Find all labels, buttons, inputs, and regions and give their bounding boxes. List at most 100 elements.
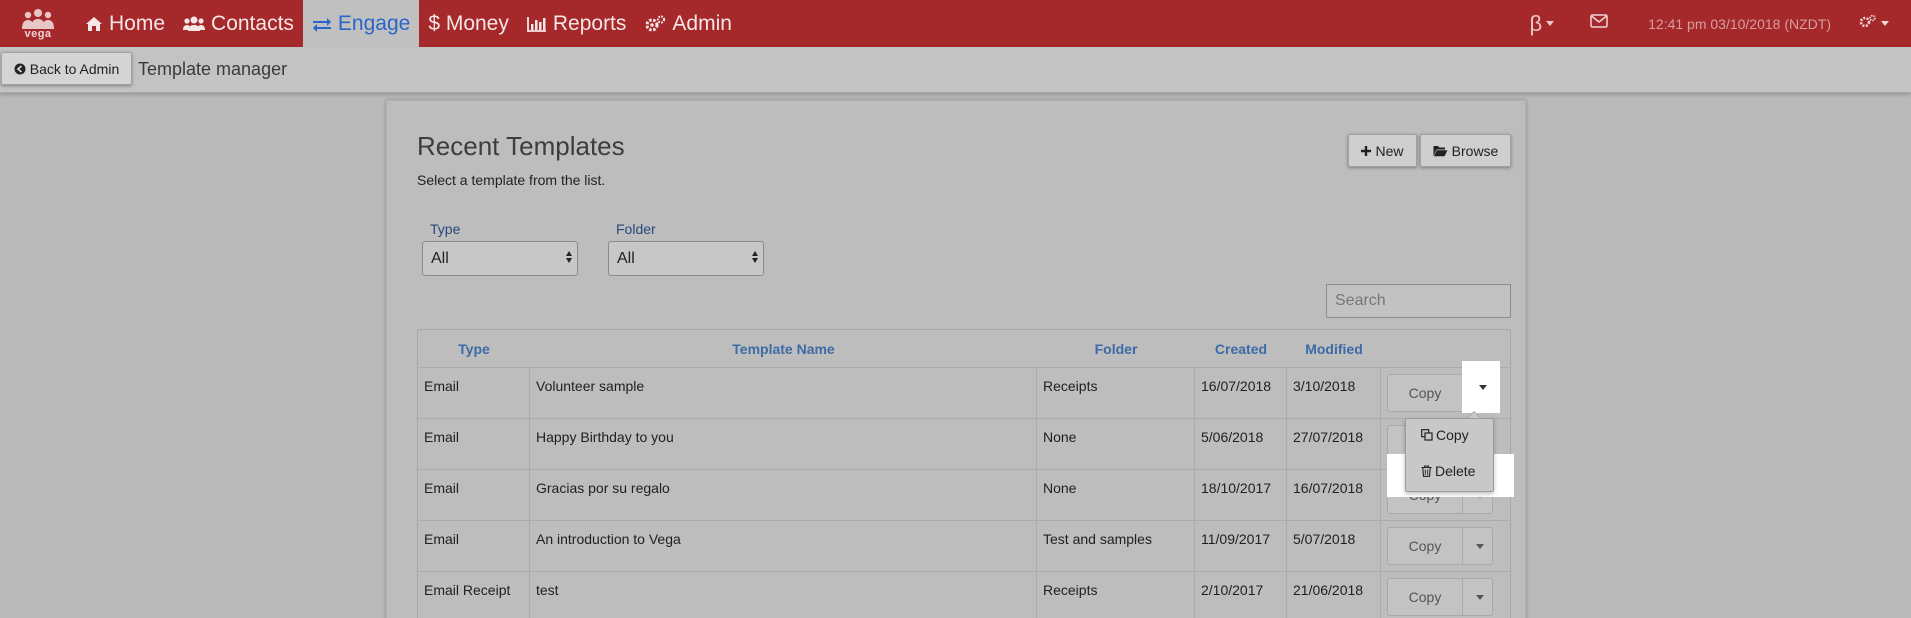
col-header-name[interactable]: Template Name xyxy=(530,341,1037,357)
nav-money-label: $ Money xyxy=(428,11,509,35)
nav-engage[interactable]: Engage xyxy=(302,0,420,47)
col-header-type[interactable]: Type xyxy=(418,341,530,357)
new-template-label: New xyxy=(1375,142,1404,159)
vega-logo[interactable]: vega xyxy=(0,0,76,47)
col-header-folder[interactable]: Folder xyxy=(1037,341,1195,357)
exchange-icon xyxy=(312,16,332,32)
nav-reports-label: Reports xyxy=(552,11,627,35)
type-filter-select[interactable]: All xyxy=(422,241,578,276)
browse-button[interactable]: Browse xyxy=(1420,134,1511,167)
cell-modified: 16/07/2018 xyxy=(1287,470,1381,520)
settings-menu[interactable] xyxy=(1849,14,1911,33)
beta-symbol: β xyxy=(1529,10,1543,36)
back-to-admin-button[interactable]: Back to Admin xyxy=(1,52,132,85)
caret-down-icon xyxy=(1475,594,1484,600)
cell-name[interactable]: An introduction to Vega xyxy=(530,521,1037,571)
menu-item-delete[interactable]: Delete xyxy=(1405,459,1475,483)
row-action-split-button: Copy xyxy=(1387,527,1493,565)
cell-type: Email xyxy=(418,368,530,418)
top-navbar: vega Home Contacts Engage $ Money Report… xyxy=(0,0,1911,47)
select-arrows-icon xyxy=(566,251,572,263)
new-template-button[interactable]: New xyxy=(1348,134,1417,167)
mail-button[interactable] xyxy=(1568,14,1630,33)
type-filter-label: Type xyxy=(430,221,461,237)
folder-filter-label: Folder xyxy=(616,221,656,237)
trash-icon xyxy=(1421,465,1432,477)
copy-button[interactable]: Copy xyxy=(1387,527,1463,565)
caret-down-icon xyxy=(1475,543,1484,549)
copy-icon xyxy=(1421,429,1433,441)
arrow-circle-left-icon xyxy=(14,63,26,75)
cell-modified: 3/10/2018 xyxy=(1287,368,1381,418)
table-row[interactable]: Email Receipt test Receipts 2/10/2017 21… xyxy=(418,571,1510,618)
datetime-display: 12:41 pm 03/10/2018 (NZDT) xyxy=(1648,15,1831,32)
cell-type: Email xyxy=(418,470,530,520)
templates-table: Type Template Name Folder Created Modifi… xyxy=(417,329,1511,618)
beta-menu[interactable]: β xyxy=(1515,11,1568,37)
cell-created: 2/10/2017 xyxy=(1195,572,1287,618)
subheader-bar: Back to Admin Template manager xyxy=(0,47,1911,93)
table-row[interactable]: Email Volunteer sample Receipts 16/07/20… xyxy=(418,367,1510,418)
menu-item-copy-label: Copy xyxy=(1436,427,1469,443)
cell-created: 18/10/2017 xyxy=(1195,470,1287,520)
dropdown-toggle[interactable] xyxy=(1463,578,1493,616)
table-row[interactable]: Email An introduction to Vega Test and s… xyxy=(418,520,1510,571)
nav-engage-label: Engage xyxy=(337,11,411,35)
nav-contacts-label: Contacts xyxy=(211,11,294,35)
table-row[interactable]: Email Gracias por su regalo None 18/10/2… xyxy=(418,469,1510,520)
col-header-modified[interactable]: Modified xyxy=(1287,341,1381,357)
cell-name[interactable]: Volunteer sample xyxy=(530,368,1037,418)
cell-created: 5/06/2018 xyxy=(1195,419,1287,469)
gear-icon xyxy=(1859,14,1877,33)
users-icon xyxy=(183,16,206,32)
col-header-created[interactable]: Created xyxy=(1195,341,1287,357)
cell-folder: None xyxy=(1037,419,1195,469)
folder-filter-select[interactable]: All xyxy=(608,241,764,276)
menu-pointer-inner xyxy=(1468,412,1480,418)
cell-actions: Copy xyxy=(1381,572,1510,618)
nav-home-label: Home xyxy=(109,11,166,35)
back-to-admin-label: Back to Admin xyxy=(29,60,120,77)
cell-actions: Copy xyxy=(1381,521,1510,571)
nav-contacts[interactable]: Contacts xyxy=(174,0,303,47)
cell-modified: 27/07/2018 xyxy=(1287,419,1381,469)
type-filter-value: All xyxy=(431,249,449,267)
table-header: Type Template Name Folder Created Modifi… xyxy=(418,330,1510,367)
nav-money[interactable]: $ Money xyxy=(419,0,518,47)
cell-modified: 5/07/2018 xyxy=(1287,521,1381,571)
cell-created: 11/09/2017 xyxy=(1195,521,1287,571)
section-subheading: Select a template from the list. xyxy=(417,172,606,188)
cell-name[interactable]: test xyxy=(530,572,1037,618)
cell-created: 16/07/2018 xyxy=(1195,368,1287,418)
copy-button[interactable]: Copy xyxy=(1387,374,1463,412)
dropdown-toggle-open[interactable] xyxy=(1462,361,1500,413)
cell-type: Email xyxy=(418,521,530,571)
logo-text: vega xyxy=(24,27,52,40)
home-icon xyxy=(85,16,103,32)
nav-admin[interactable]: Admin xyxy=(635,0,741,47)
cell-folder: Test and samples xyxy=(1037,521,1195,571)
dropdown-toggle[interactable] xyxy=(1463,527,1493,565)
section-heading: Recent Templates xyxy=(417,131,625,161)
nav-home[interactable]: Home xyxy=(76,0,174,47)
nav-admin-label: Admin xyxy=(672,11,732,35)
cell-type: Email xyxy=(418,419,530,469)
cell-name[interactable]: Gracias por su regalo xyxy=(530,470,1037,520)
templates-panel: Recent Templates Select a template from … xyxy=(386,100,1526,618)
cell-folder: Receipts xyxy=(1037,572,1195,618)
search-input[interactable]: Search xyxy=(1326,284,1511,318)
row-action-split-button: Copy xyxy=(1387,578,1493,616)
browse-label: Browse xyxy=(1451,142,1499,159)
copy-button[interactable]: Copy xyxy=(1387,578,1463,616)
chevron-down-icon xyxy=(1881,21,1889,26)
plus-icon xyxy=(1361,145,1372,156)
cogs-icon xyxy=(644,14,666,33)
chevron-down-icon xyxy=(1546,21,1555,26)
folder-filter-value: All xyxy=(617,249,635,267)
cell-folder: None xyxy=(1037,470,1195,520)
bar-chart-icon xyxy=(526,16,547,32)
nav-reports[interactable]: Reports xyxy=(518,0,636,47)
table-row[interactable]: Email Happy Birthday to you None 5/06/20… xyxy=(418,418,1510,469)
menu-item-copy[interactable]: Copy xyxy=(1405,423,1469,447)
cell-name[interactable]: Happy Birthday to you xyxy=(530,419,1037,469)
